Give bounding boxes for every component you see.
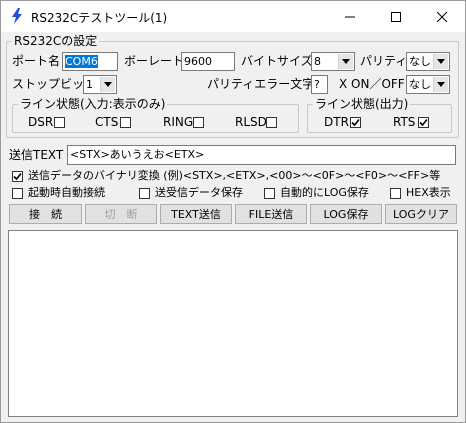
line-out-title: ライン状態(出力) xyxy=(313,97,411,111)
send-text-value: <STX>あいうえお<ETX> xyxy=(70,148,205,161)
bytesize-value: 8 xyxy=(314,55,321,68)
binary-convert-checkbox[interactable] xyxy=(12,171,23,182)
send-text-label: 送信TEXT xyxy=(9,148,64,162)
chevron-down-icon xyxy=(433,54,448,69)
settings-group-title: RS232Cの設定 xyxy=(12,34,100,48)
log-area[interactable] xyxy=(8,230,458,417)
chevron-down-icon xyxy=(433,77,448,92)
port-input[interactable]: COM6 xyxy=(62,52,118,71)
baud-input[interactable]: 9600 xyxy=(181,52,235,71)
hex-display-label: HEX表示 xyxy=(406,186,451,199)
parity-error-value: ? xyxy=(314,78,320,91)
close-button[interactable] xyxy=(419,1,465,32)
xonoff-value: なし xyxy=(409,78,431,91)
text-send-button[interactable]: TEXT送信 xyxy=(160,204,232,224)
port-value: COM6 xyxy=(65,55,98,68)
check-icon xyxy=(419,118,428,127)
connect-button[interactable]: 接 続 xyxy=(9,204,82,224)
bytesize-select[interactable]: 8 xyxy=(311,52,355,71)
cts-label: CTS xyxy=(95,115,119,129)
chevron-down-icon xyxy=(100,77,115,92)
bytesize-label: バイトサイズ xyxy=(241,54,313,68)
ring-label: RING xyxy=(163,115,194,129)
parity-error-label: パリティエラー文字 xyxy=(207,77,315,91)
rlsd-label: RLSD xyxy=(235,115,267,129)
parity-label: パリティ xyxy=(360,54,408,68)
main-window: RS232Cテストツール(1) RS232Cの設定 ポート名 COM6 ボーレー… xyxy=(0,0,466,423)
title-bar[interactable]: RS232Cテストツール(1) xyxy=(1,1,465,32)
chevron-down-icon xyxy=(338,54,353,69)
xonoff-select[interactable]: なし xyxy=(406,75,450,94)
check-icon xyxy=(351,118,360,127)
file-send-button[interactable]: FILE送信 xyxy=(235,204,307,224)
log-save-button[interactable]: LOG保存 xyxy=(310,204,382,224)
dtr-label: DTR xyxy=(324,115,349,129)
stopbit-select[interactable]: 1 xyxy=(83,75,117,94)
auto-connect-label: 起動時自動接続 xyxy=(28,186,105,199)
disconnect-button[interactable]: 切 断 xyxy=(85,204,157,224)
rts-checkbox[interactable] xyxy=(418,117,429,128)
baud-value: 9600 xyxy=(184,55,212,68)
rlsd-checkbox xyxy=(266,117,277,128)
cts-checkbox xyxy=(120,117,131,128)
check-icon xyxy=(13,172,22,181)
parity-select[interactable]: なし xyxy=(406,52,450,71)
minimize-button[interactable] xyxy=(327,1,373,32)
save-data-checkbox[interactable] xyxy=(139,188,150,199)
dsr-checkbox xyxy=(54,117,65,128)
parity-value: なし xyxy=(409,55,431,68)
window-title: RS232Cテストツール(1) xyxy=(31,11,168,25)
auto-log-label: 自動的にLOG保存 xyxy=(280,186,369,199)
binary-convert-label: 送信データのバイナリ変換 (例)<STX>,<ETX>,<00>～<0F>～<F… xyxy=(28,169,441,182)
maximize-button[interactable] xyxy=(373,1,419,32)
rts-label: RTS xyxy=(393,115,416,129)
auto-log-checkbox[interactable] xyxy=(264,188,275,199)
close-icon xyxy=(436,11,448,22)
auto-connect-checkbox[interactable] xyxy=(12,188,23,199)
ring-checkbox xyxy=(193,117,204,128)
hex-display-checkbox[interactable] xyxy=(390,188,401,199)
dtr-checkbox[interactable] xyxy=(350,117,361,128)
save-data-label: 送受信データ保存 xyxy=(155,186,243,199)
port-label: ポート名 xyxy=(12,54,61,68)
dsr-label: DSR xyxy=(28,115,54,129)
log-clear-button[interactable]: LOGクリア xyxy=(385,204,457,224)
parity-error-input[interactable]: ? xyxy=(311,75,328,94)
send-text-input[interactable]: <STX>あいうえお<ETX> xyxy=(67,145,456,165)
line-in-title: ライン状態(入力:表示のみ) xyxy=(18,97,168,111)
stopbit-value: 1 xyxy=(86,78,93,91)
lightning-bolt-icon xyxy=(9,8,25,24)
xonoff-label: X ON／OFF xyxy=(339,77,405,91)
baud-label: ボーレート xyxy=(124,54,185,68)
minimize-icon xyxy=(345,16,355,17)
maximize-icon xyxy=(391,11,401,22)
